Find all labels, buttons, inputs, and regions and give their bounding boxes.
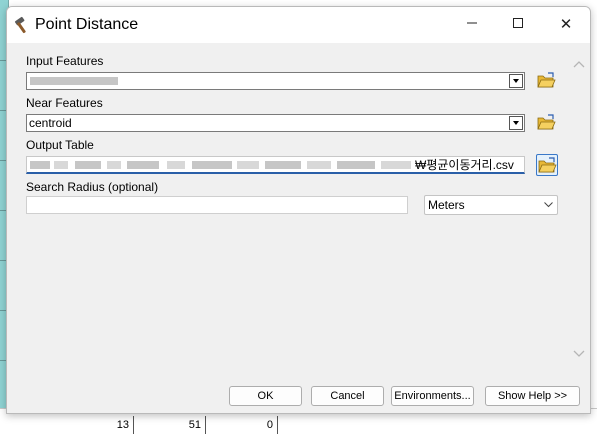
near-features-dropdown[interactable]: centroid [26,114,525,132]
output-table-browse-button[interactable] [536,154,558,176]
near-features-browse-button[interactable] [536,112,558,134]
ok-button[interactable]: OK [229,386,302,406]
output-table-input[interactable]: ₩평균이동거리.csv [26,156,525,174]
search-radius-input[interactable] [26,196,408,214]
window-title: Point Distance [35,16,139,33]
input-features-dropdown[interactable] [26,72,525,90]
search-radius-unit-select[interactable]: Meters [424,195,558,215]
search-radius-unit-value: Meters [428,198,465,212]
input-features-browse-button[interactable] [536,70,558,92]
chevron-down-icon[interactable] [509,116,523,130]
chevron-down-icon[interactable] [509,74,523,88]
minimize-icon [467,22,477,24]
maximize-icon [513,18,523,28]
close-button[interactable]: ✕ [543,7,589,43]
output-table-value: ₩평균이동거리.csv [415,158,514,172]
close-icon: ✕ [559,16,573,33]
open-folder-icon [538,157,557,173]
open-folder-icon [537,72,556,88]
background-table-cell: 0 [206,416,278,434]
environments-button[interactable]: Environments... [391,386,474,406]
background-table-cell: 51 [134,416,206,434]
chevron-up-icon[interactable] [573,59,585,71]
near-features-label: Near Features [26,96,103,110]
search-radius-label: Search Radius (optional) [26,180,159,194]
title-bar: Point Distance ✕ [7,7,590,43]
chevron-down-icon [544,202,553,208]
background-table-cell: 13 [62,416,134,434]
vertical-scrollbar[interactable] [569,43,589,377]
minimize-button[interactable] [449,7,495,43]
near-features-value: centroid [29,116,72,130]
dialog-footer: OK Cancel Environments... Show Help >> [7,377,590,413]
cancel-button[interactable]: Cancel [311,386,384,406]
open-folder-icon [537,114,556,130]
input-features-label: Input Features [26,54,104,68]
hammer-icon [13,16,33,36]
show-help-button[interactable]: Show Help >> [485,386,580,406]
chevron-down-icon[interactable] [573,347,585,359]
point-distance-dialog: Point Distance ✕ Input Features Near Fea… [6,6,591,414]
redacted-text [30,77,118,85]
maximize-button[interactable] [495,7,541,43]
output-table-label: Output Table [26,138,94,152]
